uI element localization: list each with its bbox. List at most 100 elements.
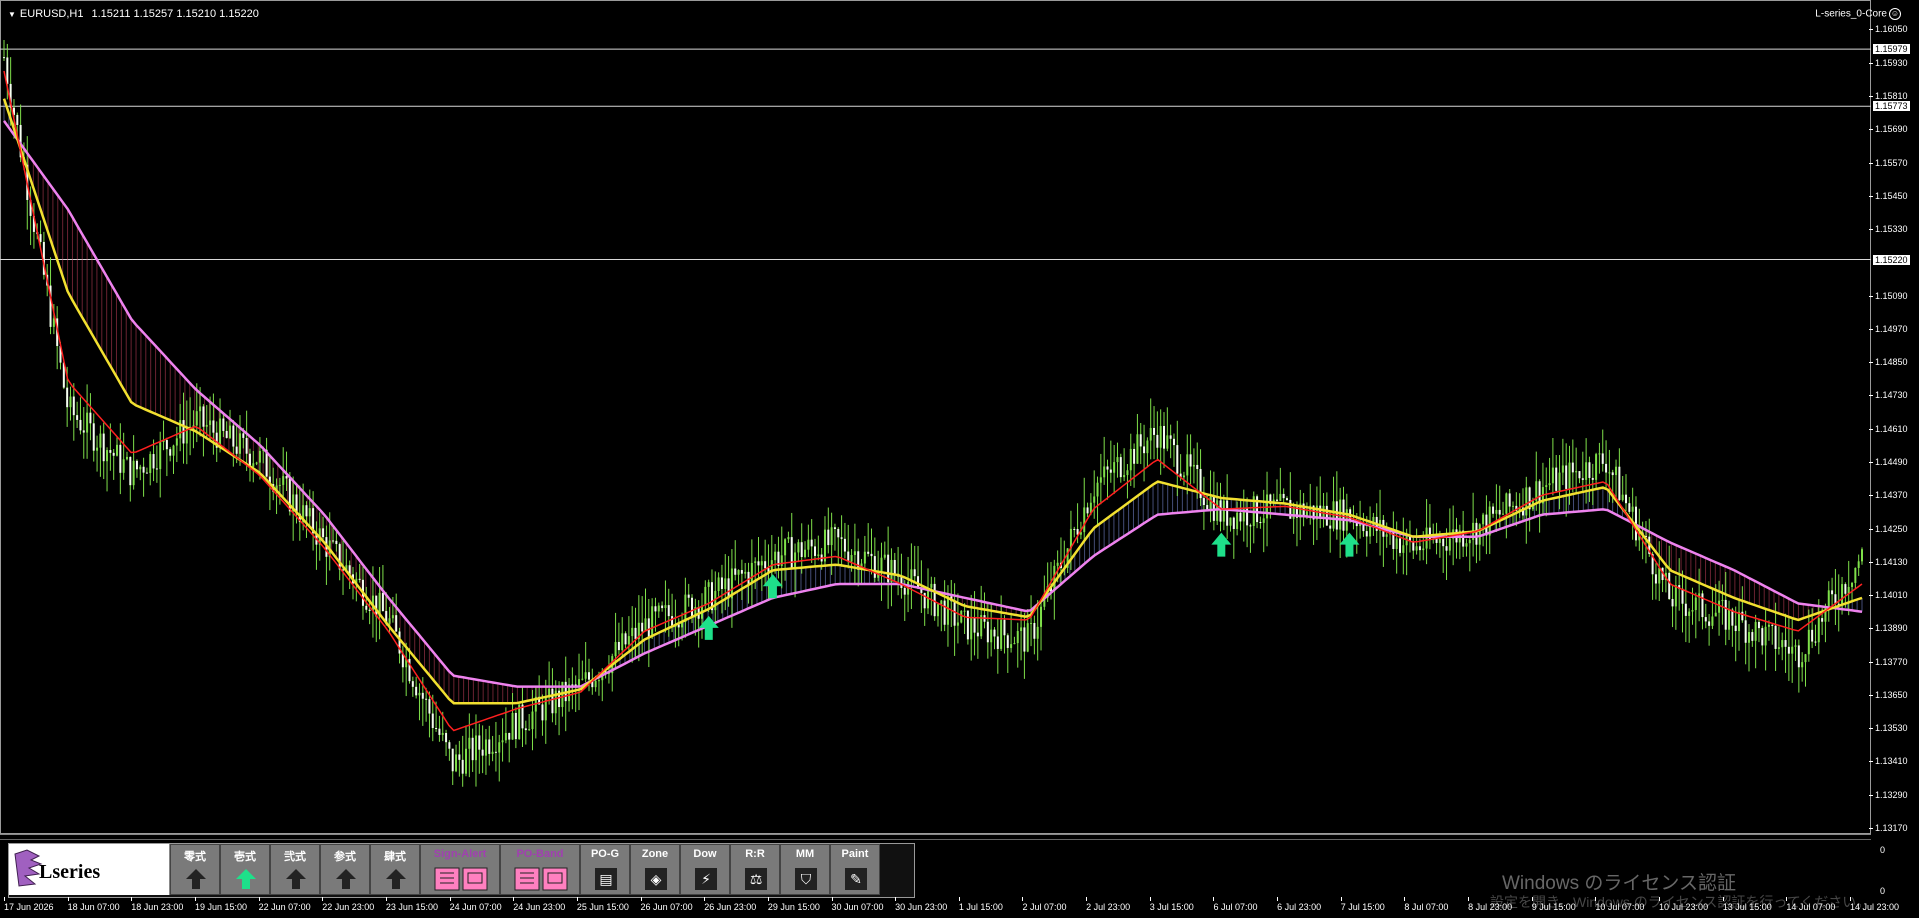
price-axis[interactable]: 1.16050 1.15930 1.15810 1.15690 1.15570 1.154… — [1869, 0, 1919, 886]
time-axis[interactable]: 17 Jun 2026 18 Jun 07:00 18 Jun 23:00 19 Ju… — [0, 897, 1899, 918]
panel-button-mm[interactable]: MM ⛉ — [780, 844, 830, 895]
candle-body — [1857, 561, 1860, 568]
candle-body — [139, 466, 142, 470]
candle-body — [1172, 438, 1175, 446]
candle-body — [282, 476, 285, 485]
candle-body — [707, 582, 710, 587]
candle-body — [986, 621, 989, 643]
panel-button-r-r[interactable]: R:R ⚖ — [730, 844, 780, 895]
candle-body — [1555, 467, 1558, 491]
candle-body — [1468, 539, 1471, 544]
candle-body — [847, 551, 850, 562]
zone-icon: ◈ — [644, 867, 668, 891]
candle-body — [717, 577, 720, 591]
candle-body — [750, 562, 753, 585]
candle-body — [1571, 462, 1574, 473]
panel-button-1[interactable]: 壱式 — [220, 844, 270, 895]
candle-body — [1448, 538, 1451, 551]
candle-body — [1817, 618, 1820, 643]
panel-button-2[interactable]: 弐式 — [270, 844, 320, 895]
candle-body — [810, 539, 813, 547]
candle-body — [1841, 584, 1844, 605]
candle-body — [471, 737, 474, 761]
candle-body — [1764, 626, 1767, 646]
subwindow-separator[interactable] — [0, 834, 1871, 835]
svg-text:◈: ◈ — [651, 872, 662, 888]
candle-body — [943, 600, 946, 625]
candle-body — [1605, 463, 1608, 473]
candle-body — [1166, 435, 1169, 449]
candle-body — [481, 749, 484, 756]
panel-button-sign-alert[interactable]: Sign-Alert — [420, 844, 500, 895]
candle-body — [1422, 548, 1425, 551]
candle-body — [1548, 483, 1551, 486]
candle-body — [1588, 462, 1591, 478]
candle-body — [1814, 641, 1817, 643]
candle-body — [1123, 475, 1126, 478]
candle-body — [1093, 496, 1096, 503]
panel-button-zone[interactable]: Zone ◈ — [630, 844, 680, 895]
candle-body — [1827, 590, 1830, 607]
candle-body — [1342, 499, 1345, 531]
candle-body — [474, 735, 477, 761]
candle-body — [1020, 627, 1023, 632]
candle-body — [843, 538, 846, 552]
candle-body — [956, 622, 959, 626]
candle-body — [142, 466, 145, 473]
ma-mid-line — [2, 98, 1863, 705]
panel-button-dow[interactable]: Dow ⚡ — [680, 844, 730, 895]
candle-body — [1684, 603, 1687, 616]
candle-body — [1581, 478, 1584, 480]
time-tick-label: 10 Jul 07:00 — [1595, 897, 1645, 912]
candle-body — [996, 636, 999, 649]
candle-body — [704, 586, 707, 606]
candle-body — [308, 508, 311, 517]
candle-body — [870, 553, 873, 557]
candle-body — [1475, 522, 1478, 545]
candle-body — [1099, 477, 1102, 483]
price-tick-label: 1.14610 — [1869, 423, 1908, 434]
panel-button-3[interactable]: 参式 — [320, 844, 370, 895]
price-tick-label: 1.15930 — [1869, 57, 1908, 68]
candle-body — [571, 684, 574, 686]
candle-body — [358, 578, 361, 580]
candle-body — [913, 569, 916, 577]
subwindow-tick-top: 0 — [1880, 845, 1886, 855]
panel-button-label: 零式 — [184, 851, 206, 863]
candle-body — [1146, 440, 1149, 454]
price-chart[interactable] — [0, 0, 1871, 834]
dropdown-triangle-icon[interactable]: ▼ — [8, 10, 16, 19]
panel-button-po-band[interactable]: PO-Band — [500, 844, 580, 895]
candle-body — [66, 387, 69, 408]
time-tick-label: 23 Jun 15:00 — [385, 897, 438, 912]
candle-body — [1113, 462, 1116, 473]
candle-body — [1654, 574, 1657, 584]
candle-body — [1026, 623, 1029, 652]
candle-body — [687, 594, 690, 598]
candle-body — [39, 234, 42, 242]
candle-body — [205, 424, 208, 427]
candle-body — [1415, 546, 1418, 551]
candle-body — [744, 571, 747, 574]
candle-body — [238, 433, 241, 454]
candle-body — [1821, 618, 1824, 622]
candle-body — [1598, 453, 1601, 455]
panel-button-0[interactable]: 零式 — [170, 844, 220, 895]
candle-body — [651, 606, 654, 638]
candle-body — [1418, 546, 1421, 551]
panel-button-po-g[interactable]: PO-G ▤ — [580, 844, 630, 895]
candle-body — [524, 728, 527, 731]
candle-body — [737, 570, 740, 575]
time-tick-label: 10 Jul 23:00 — [1659, 897, 1709, 912]
candle-body — [1694, 597, 1697, 611]
candle-body — [1116, 457, 1119, 463]
panel-button-4[interactable]: 肆式 — [370, 844, 420, 895]
candle-body — [817, 554, 820, 556]
panel-button-paint[interactable]: Paint ✎ — [830, 844, 880, 895]
candle-body — [667, 605, 670, 617]
lseries-control-panel: Lseries 零式 壱式 弐式 参式 肆式 Sign-Alert PO-Band PO-G ▤… — [8, 843, 915, 898]
candle-body — [1804, 654, 1807, 663]
candle-body — [155, 468, 158, 470]
candle-body — [1498, 509, 1501, 515]
candle-body — [1585, 462, 1588, 480]
